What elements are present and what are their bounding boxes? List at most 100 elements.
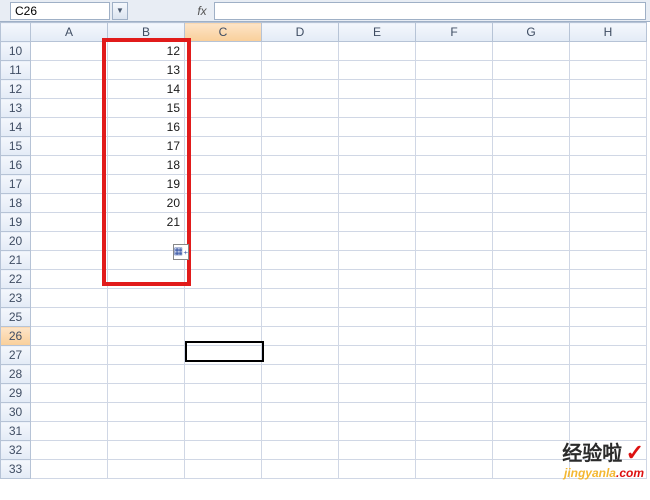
cell-A17[interactable]: [31, 175, 108, 194]
cell-F10[interactable]: [416, 42, 493, 61]
cell-D33[interactable]: [262, 460, 339, 479]
cell-C30[interactable]: [185, 403, 262, 422]
cell-G31[interactable]: [493, 422, 570, 441]
cell-A22[interactable]: [31, 270, 108, 289]
row-header-12[interactable]: 12: [1, 80, 31, 99]
cell-B29[interactable]: [108, 384, 185, 403]
cell-A10[interactable]: [31, 42, 108, 61]
cell-H11[interactable]: [570, 61, 647, 80]
cell-C16[interactable]: [185, 156, 262, 175]
cell-B18[interactable]: 20: [108, 194, 185, 213]
cell-A14[interactable]: [31, 118, 108, 137]
cell-E14[interactable]: [339, 118, 416, 137]
cell-F31[interactable]: [416, 422, 493, 441]
cell-A27[interactable]: [31, 346, 108, 365]
cell-F13[interactable]: [416, 99, 493, 118]
cell-E15[interactable]: [339, 137, 416, 156]
fx-icon[interactable]: fx: [192, 2, 212, 20]
row-header-32[interactable]: 32: [1, 441, 31, 460]
cell-B30[interactable]: [108, 403, 185, 422]
cell-C28[interactable]: [185, 365, 262, 384]
cell-C26[interactable]: [185, 327, 262, 346]
cell-E31[interactable]: [339, 422, 416, 441]
cell-E13[interactable]: [339, 99, 416, 118]
column-header-A[interactable]: A: [31, 23, 108, 42]
cell-B16[interactable]: 18: [108, 156, 185, 175]
cell-D31[interactable]: [262, 422, 339, 441]
cell-H14[interactable]: [570, 118, 647, 137]
cell-G20[interactable]: [493, 232, 570, 251]
column-header-F[interactable]: F: [416, 23, 493, 42]
cell-A13[interactable]: [31, 99, 108, 118]
cell-G27[interactable]: [493, 346, 570, 365]
cell-H19[interactable]: [570, 213, 647, 232]
cell-C32[interactable]: [185, 441, 262, 460]
cell-G33[interactable]: [493, 460, 570, 479]
cell-G30[interactable]: [493, 403, 570, 422]
row-header-33[interactable]: 33: [1, 460, 31, 479]
row-header-30[interactable]: 30: [1, 403, 31, 422]
cell-B17[interactable]: 19: [108, 175, 185, 194]
cell-E12[interactable]: [339, 80, 416, 99]
row-header-29[interactable]: 29: [1, 384, 31, 403]
cell-F33[interactable]: [416, 460, 493, 479]
cell-C29[interactable]: [185, 384, 262, 403]
formula-input[interactable]: [214, 2, 646, 20]
name-box-dropdown[interactable]: ▼: [112, 2, 128, 20]
cell-B23[interactable]: [108, 289, 185, 308]
row-header-16[interactable]: 16: [1, 156, 31, 175]
cell-H28[interactable]: [570, 365, 647, 384]
cell-G25[interactable]: [493, 308, 570, 327]
cell-H20[interactable]: [570, 232, 647, 251]
cell-C14[interactable]: [185, 118, 262, 137]
cell-B11[interactable]: 13: [108, 61, 185, 80]
cell-F18[interactable]: [416, 194, 493, 213]
column-header-B[interactable]: B: [108, 23, 185, 42]
cell-G10[interactable]: [493, 42, 570, 61]
cell-A25[interactable]: [31, 308, 108, 327]
cell-H26[interactable]: [570, 327, 647, 346]
cell-E27[interactable]: [339, 346, 416, 365]
cell-F14[interactable]: [416, 118, 493, 137]
cell-E19[interactable]: [339, 213, 416, 232]
cell-B28[interactable]: [108, 365, 185, 384]
cell-F30[interactable]: [416, 403, 493, 422]
cell-B13[interactable]: 15: [108, 99, 185, 118]
cell-B15[interactable]: 17: [108, 137, 185, 156]
cell-A33[interactable]: [31, 460, 108, 479]
row-header-11[interactable]: 11: [1, 61, 31, 80]
cell-G22[interactable]: [493, 270, 570, 289]
cell-C21[interactable]: [185, 251, 262, 270]
cell-D25[interactable]: [262, 308, 339, 327]
cell-E30[interactable]: [339, 403, 416, 422]
cell-H29[interactable]: [570, 384, 647, 403]
cell-D19[interactable]: [262, 213, 339, 232]
cell-G13[interactable]: [493, 99, 570, 118]
cell-A19[interactable]: [31, 213, 108, 232]
cell-F17[interactable]: [416, 175, 493, 194]
cell-E22[interactable]: [339, 270, 416, 289]
cell-C31[interactable]: [185, 422, 262, 441]
cell-E33[interactable]: [339, 460, 416, 479]
cell-D17[interactable]: [262, 175, 339, 194]
cell-F27[interactable]: [416, 346, 493, 365]
cell-B22[interactable]: [108, 270, 185, 289]
cell-G28[interactable]: [493, 365, 570, 384]
cell-E18[interactable]: [339, 194, 416, 213]
column-header-C[interactable]: C: [185, 23, 262, 42]
cell-A28[interactable]: [31, 365, 108, 384]
cell-G32[interactable]: [493, 441, 570, 460]
row-header-14[interactable]: 14: [1, 118, 31, 137]
cell-F26[interactable]: [416, 327, 493, 346]
cell-D28[interactable]: [262, 365, 339, 384]
cell-F28[interactable]: [416, 365, 493, 384]
cell-G23[interactable]: [493, 289, 570, 308]
cell-E11[interactable]: [339, 61, 416, 80]
column-header-D[interactable]: D: [262, 23, 339, 42]
cell-G18[interactable]: [493, 194, 570, 213]
cell-C18[interactable]: [185, 194, 262, 213]
cell-D21[interactable]: [262, 251, 339, 270]
cell-F29[interactable]: [416, 384, 493, 403]
cell-A23[interactable]: [31, 289, 108, 308]
row-header-25[interactable]: 25: [1, 308, 31, 327]
